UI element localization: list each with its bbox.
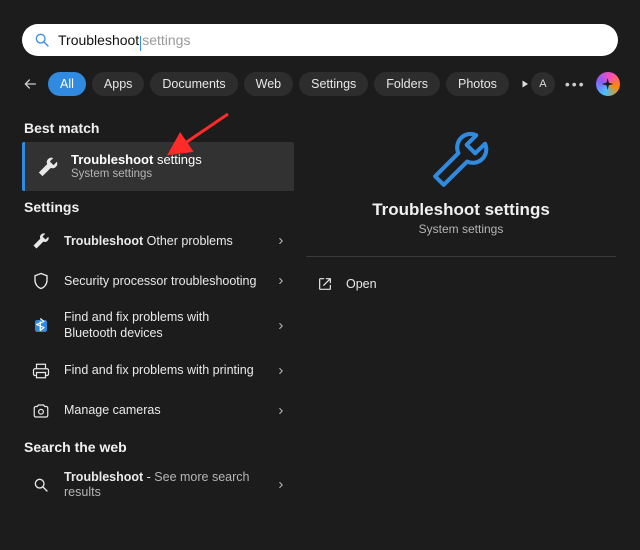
best-match-result[interactable]: Troubleshoot settings System settings — [22, 142, 294, 191]
more-menu-icon[interactable]: ••• — [565, 76, 586, 92]
avatar[interactable]: A — [531, 72, 555, 96]
detail-panel: Troubleshoot settings System settings Op… — [306, 112, 616, 301]
settings-item-troubleshoot-other[interactable]: Troubleshoot Other problems — [22, 221, 294, 261]
detail-title: Troubleshoot settings — [306, 200, 616, 220]
web-item-troubleshoot[interactable]: Troubleshoot - See more search results — [22, 461, 294, 510]
filter-apps[interactable]: Apps — [92, 72, 145, 96]
text-cursor — [140, 36, 141, 51]
section-best-match: Best match — [24, 120, 294, 136]
search-icon — [30, 474, 52, 496]
chevron-right-icon — [276, 321, 286, 331]
section-search-web: Search the web — [24, 439, 294, 455]
open-icon — [316, 275, 334, 293]
results-column: Best match Troubleshoot settings System … — [22, 112, 294, 510]
filter-all[interactable]: All — [48, 72, 86, 96]
camera-icon — [30, 400, 52, 422]
filter-folders[interactable]: Folders — [374, 72, 440, 96]
search-bar[interactable]: Troubleshoot settings — [22, 24, 618, 56]
filter-documents[interactable]: Documents — [150, 72, 237, 96]
divider — [306, 256, 616, 257]
chevron-right-icon — [276, 480, 286, 490]
settings-list: Troubleshoot Other problems Security pro… — [22, 221, 294, 430]
filter-photos[interactable]: Photos — [446, 72, 509, 96]
copilot-icon[interactable] — [596, 72, 620, 96]
settings-item-cameras[interactable]: Manage cameras — [22, 391, 294, 431]
search-icon — [34, 32, 50, 48]
chevron-right-icon — [276, 406, 286, 416]
wrench-icon — [426, 124, 496, 194]
shield-icon — [30, 270, 52, 292]
detail-subtitle: System settings — [306, 222, 616, 236]
action-open-label: Open — [346, 277, 377, 291]
settings-item-security-processor[interactable]: Security processor troubleshooting — [22, 261, 294, 301]
search-ghost-text: settings — [142, 32, 190, 48]
settings-item-bluetooth[interactable]: Find and fix problems with Bluetooth dev… — [22, 301, 294, 350]
search-typed-text: Troubleshoot — [58, 32, 139, 48]
chevron-right-icon — [276, 276, 286, 286]
action-open[interactable]: Open — [306, 267, 616, 301]
chevron-right-icon — [276, 236, 286, 246]
settings-item-printing[interactable]: Find and fix problems with printing — [22, 351, 294, 391]
more-filters-button[interactable] — [519, 73, 531, 95]
best-match-text: Troubleshoot settings System settings — [71, 152, 202, 181]
filter-web[interactable]: Web — [244, 72, 293, 96]
wrench-icon — [37, 156, 59, 178]
section-settings: Settings — [24, 199, 294, 215]
filter-settings[interactable]: Settings — [299, 72, 368, 96]
chevron-right-icon — [276, 366, 286, 376]
printer-icon — [30, 360, 52, 382]
bluetooth-icon — [30, 315, 52, 337]
back-button[interactable] — [22, 74, 38, 94]
wrench-icon — [30, 230, 52, 252]
filter-row: All Apps Documents Web Settings Folders … — [22, 68, 618, 100]
